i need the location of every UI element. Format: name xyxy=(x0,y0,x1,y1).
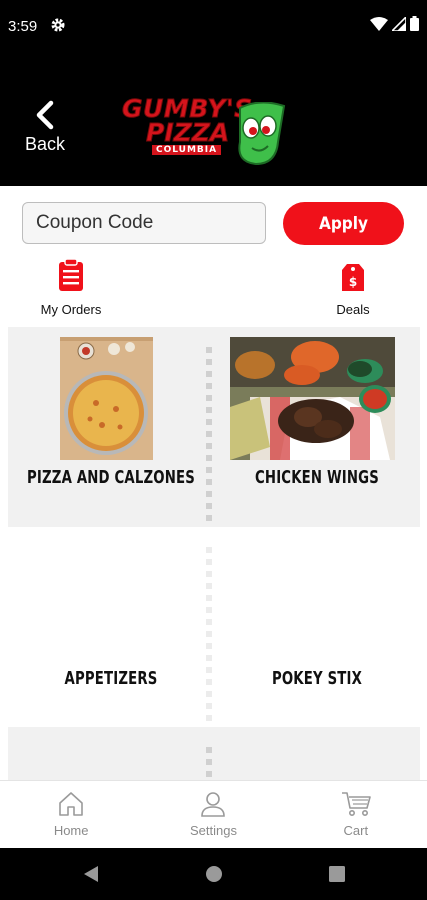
cart-icon xyxy=(285,791,427,817)
deals-link[interactable]: $ Deals xyxy=(313,258,393,317)
settings-notification-icon xyxy=(50,17,66,38)
system-home-icon[interactable] xyxy=(205,864,223,889)
logo-subline: COLUMBIA xyxy=(152,145,222,155)
back-label: Back xyxy=(24,134,66,154)
category-tile-pokey-stix[interactable]: POKEY STIX xyxy=(214,527,420,727)
person-icon xyxy=(142,791,284,817)
system-navigation-bar xyxy=(0,848,427,900)
category-tile-appetizers[interactable]: APPETIZERS xyxy=(8,527,214,727)
gumby-character-icon xyxy=(232,101,288,171)
system-recents-icon[interactable] xyxy=(328,864,346,889)
category-tile-pizza-and-calzones[interactable]: PIZZA AND CALZONES xyxy=(8,327,214,527)
category-tile-partial[interactable] xyxy=(214,727,420,780)
chevron-left-icon xyxy=(18,100,72,130)
tile-divider xyxy=(206,747,212,780)
status-bar: 3:59 xyxy=(0,0,427,56)
my-orders-link[interactable]: My Orders xyxy=(31,258,111,317)
home-icon xyxy=(0,791,142,817)
back-button[interactable]: Back xyxy=(18,100,72,160)
status-indicators xyxy=(370,14,419,36)
nav-settings[interactable]: Settings xyxy=(142,781,284,848)
tile-divider xyxy=(206,347,212,527)
bottom-navigation: Home Settings Cart xyxy=(0,780,427,848)
svg-text:$: $ xyxy=(349,275,357,289)
nav-home[interactable]: Home xyxy=(0,781,142,848)
price-tag-icon: $ xyxy=(313,258,393,292)
category-tile-partial[interactable] xyxy=(8,727,214,780)
deals-label: Deals xyxy=(336,302,370,317)
nav-settings-label: Settings xyxy=(190,823,237,838)
signal-icon xyxy=(390,14,407,36)
my-orders-label: My Orders xyxy=(40,302,102,317)
coupon-code-input[interactable] xyxy=(22,202,266,244)
category-label: APPETIZERS xyxy=(64,668,158,689)
category-label: PIZZA AND CALZONES xyxy=(27,467,195,488)
nav-home-label: Home xyxy=(53,823,89,838)
category-tile-chicken-wings[interactable]: CHICKEN WINGS xyxy=(214,327,420,527)
chicken-wings-photo xyxy=(230,337,395,460)
system-back-icon[interactable] xyxy=(82,864,100,889)
category-label: POKEY STIX xyxy=(271,668,363,689)
category-label: CHICKEN WINGS xyxy=(255,467,379,488)
battery-icon xyxy=(410,16,419,36)
clipboard-list-icon xyxy=(31,258,111,292)
menu-category-grid: PIZZA AND CALZONES CHICKEN WINGS APPETIZ… xyxy=(8,327,420,780)
gumbys-pizza-logo: GUMBY'S PIZZA COLUMBIA xyxy=(114,94,289,168)
pizza-photo xyxy=(60,337,153,460)
nav-cart[interactable]: Cart xyxy=(285,781,427,848)
status-time: 3:59 xyxy=(8,18,38,35)
nav-cart-label: Cart xyxy=(343,823,369,838)
apply-coupon-button[interactable]: Apply xyxy=(283,202,404,245)
logo-line-2: PIZZA xyxy=(145,118,230,148)
app-header: Back GUMBY'S PIZZA COLUMBIA xyxy=(0,56,427,186)
wifi-icon xyxy=(370,16,388,36)
tile-divider xyxy=(206,547,212,727)
